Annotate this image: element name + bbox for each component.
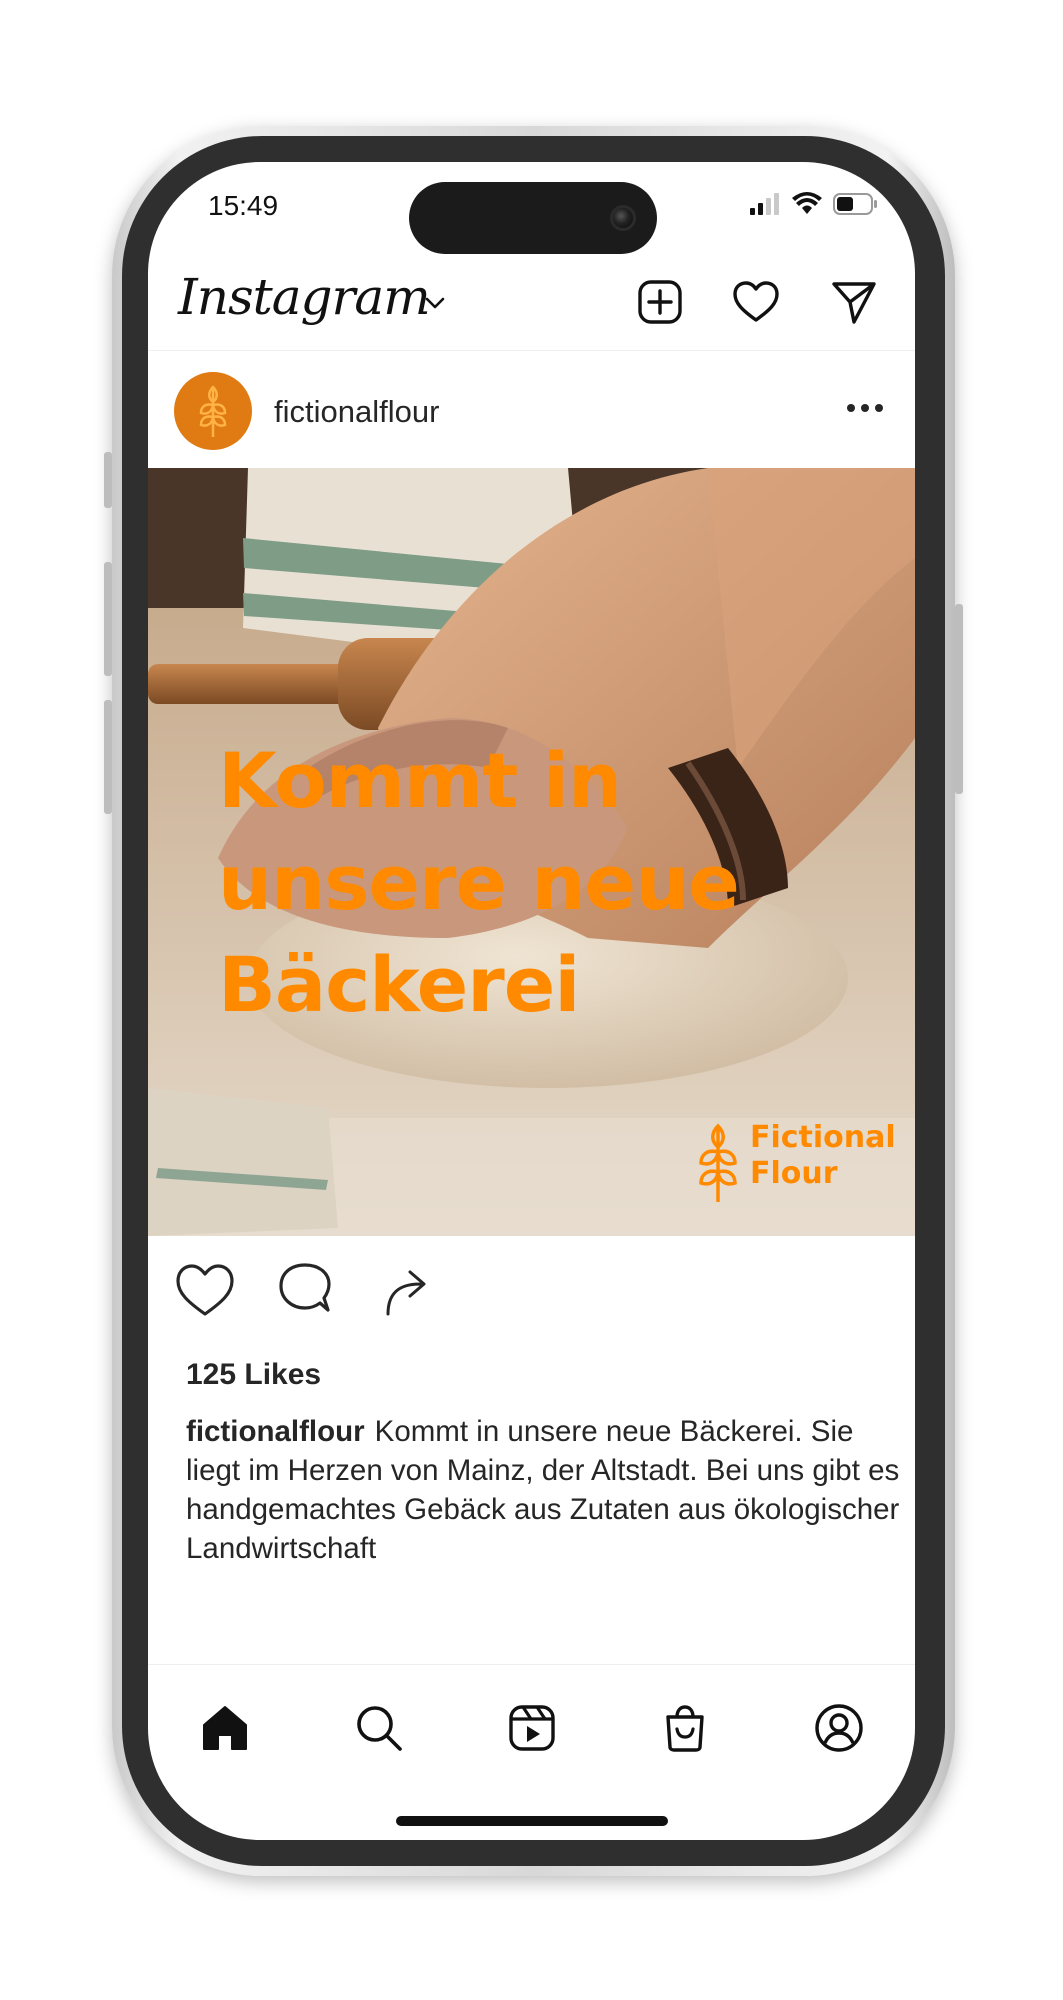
- power-button: [955, 604, 963, 794]
- battery-icon: [833, 193, 877, 215]
- wheat-logo-icon: [199, 385, 227, 437]
- profile-icon[interactable]: [814, 1703, 864, 1753]
- wheat-watermark-icon: [699, 1123, 737, 1202]
- app-header: Instagram: [148, 254, 915, 351]
- volume-down-button: [104, 700, 112, 814]
- new-post-icon[interactable]: [636, 278, 684, 326]
- direct-message-icon[interactable]: [830, 278, 878, 326]
- post-watermark: Fictional Flour: [750, 1120, 896, 1192]
- more-options-icon[interactable]: [845, 402, 885, 414]
- wifi-icon: [792, 192, 822, 214]
- headline-line: Kommt in: [218, 736, 622, 825]
- phone-screen: 15:49 Instagram fictionalflour Kommt in …: [148, 162, 915, 1840]
- shop-icon[interactable]: [660, 1703, 710, 1753]
- watermark-line: Flour: [750, 1156, 838, 1191]
- post-caption: fictionalflour Kommt in unsere neue Bäcke…: [186, 1412, 906, 1568]
- headline-line: Bäckerei: [218, 940, 580, 1029]
- brand-chevron-down-icon[interactable]: [422, 290, 448, 316]
- share-icon[interactable]: [380, 1262, 436, 1318]
- post-header: fictionalflour: [148, 352, 915, 468]
- volume-up-button: [104, 562, 112, 676]
- headline-line: unsere neue: [218, 838, 740, 927]
- like-heart-icon[interactable]: [174, 1262, 236, 1318]
- front-camera: [613, 208, 633, 228]
- likes-count[interactable]: 125 Likes: [186, 1358, 321, 1392]
- status-time: 15:49: [208, 190, 279, 221]
- post-username[interactable]: fictionalflour: [274, 394, 439, 430]
- bottom-nav: [148, 1664, 915, 1775]
- caption-username[interactable]: fictionalflour: [186, 1415, 365, 1448]
- instagram-logo[interactable]: Instagram: [178, 268, 431, 326]
- home-indicator[interactable]: [396, 1816, 668, 1826]
- comment-icon[interactable]: [276, 1262, 334, 1318]
- reels-icon[interactable]: [507, 1703, 557, 1753]
- post-image[interactable]: Kommt in unsere neue Bäckerei Fictional …: [148, 468, 915, 1236]
- stage: 15:49 Instagram fictionalflour Kommt in …: [0, 0, 1063, 2000]
- notifications-heart-icon[interactable]: [732, 278, 780, 326]
- avatar[interactable]: [174, 372, 252, 450]
- status-icons: [749, 192, 879, 216]
- watermark-line: Fictional: [750, 1120, 896, 1155]
- silent-switch: [104, 452, 112, 508]
- search-icon[interactable]: [354, 1703, 404, 1753]
- home-icon[interactable]: [200, 1703, 250, 1753]
- cellular-signal-icon: [750, 193, 779, 215]
- dynamic-island: [409, 182, 657, 254]
- post-headline: Kommt in unsere neue Bäckerei: [218, 730, 740, 1036]
